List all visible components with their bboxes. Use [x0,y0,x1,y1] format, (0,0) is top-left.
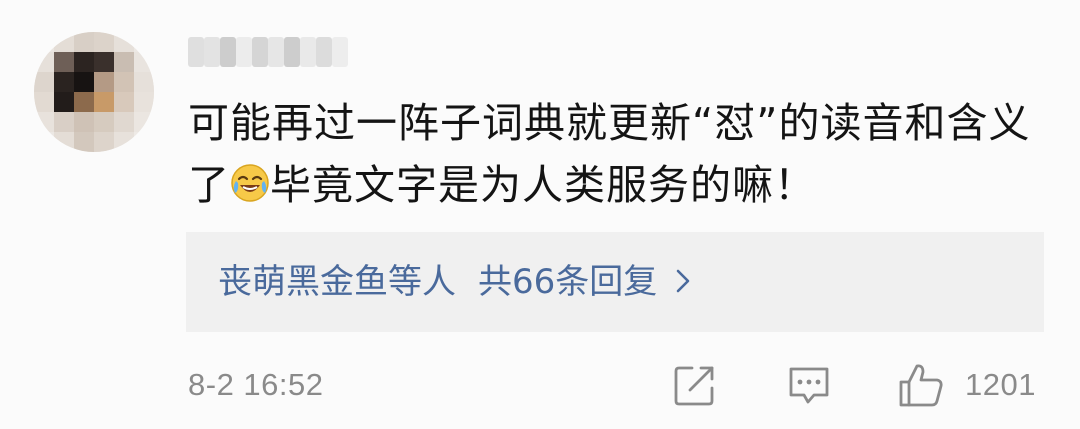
reply-button[interactable] [786,362,832,408]
replies-preview[interactable]: 丧萌黑金鱼等人 共66条回复 [186,232,1044,332]
thumbs-up-icon [899,364,943,407]
chevron-right-icon [665,263,701,299]
laugh-cry-emoji-icon [230,158,270,202]
forward-button[interactable] [672,362,718,408]
reply-names: 丧萌黑金鱼等人 [218,262,456,302]
replies-link[interactable]: 丧萌黑金鱼等人 共66条回复 [218,260,701,304]
comment-text-part2: 毕竟文字是为人类服务的嘛！ [270,161,816,209]
like-count: 1201 [965,367,1036,402]
comment-item: 可能再过一阵子词典就更新“怼”的读音和含义了 毕竟文字是为人类服务的嘛！ 丧萌黑… [0,0,1080,429]
avatar[interactable] [34,32,154,152]
reply-count: 共66条回复 [478,262,658,302]
like-button[interactable]: 1201 [897,362,1047,408]
edit-share-icon [674,366,714,406]
comment-icon [789,367,829,404]
comment-timestamp: 8-2 16:52 [188,367,324,402]
comment-body: 可能再过一阵子词典就更新“怼”的读音和含义了 毕竟文字是为人类服务的嘛！ [188,92,1048,216]
username-blurred[interactable] [188,32,348,72]
